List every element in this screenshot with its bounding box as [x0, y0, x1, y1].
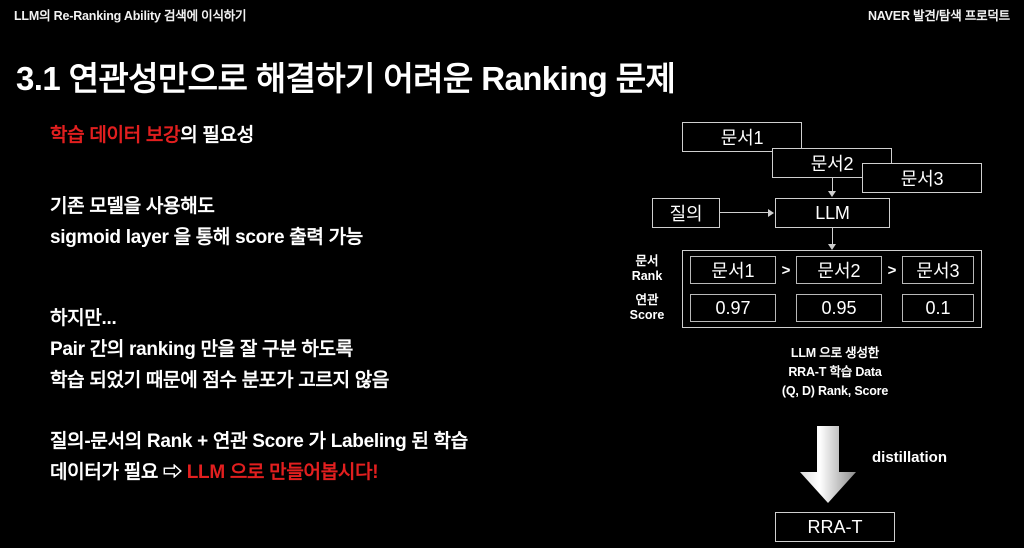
- caption-line-3: (Q, D) Rank, Score: [781, 384, 889, 398]
- conclusion-prefix: 데이터가 필요 ⇨: [50, 462, 187, 483]
- sigmoid-line-1: 기존 모델을 사용해도: [50, 196, 215, 217]
- caption-line-2: RRA-T 학습 Data: [788, 365, 882, 379]
- paragraph-conclusion: 질의-문서의 Rank + 연관 Score 가 Labeling 된 학습 데…: [50, 426, 610, 488]
- rank-cell-2: 문서2: [796, 256, 882, 284]
- header-left-title: LLM의 Re-Ranking Ability 검색에 이식하기: [14, 9, 247, 23]
- slide-root: { "header": { "left_title": "LLM의 Re-Ran…: [0, 0, 1024, 548]
- arrowhead-query-to-llm-icon: [768, 209, 774, 217]
- distillation-arrow-icon: [800, 426, 856, 503]
- rra-pipeline-diagram: 문서1 문서2 문서3 질의 LLM 문서 Rank 연관 Score 문서1 …: [600, 108, 1024, 548]
- need-line: 학습 데이터 보강의 필요성: [50, 120, 610, 151]
- page-title: 3.1 연관성만으로 해결하기 어려운 Ranking 문제: [16, 60, 676, 97]
- score-cell-3: 0.1: [902, 294, 974, 322]
- rank-separator-2: >: [887, 262, 897, 279]
- rank-row-label: 문서 Rank: [618, 254, 676, 284]
- rank-separator-1: >: [781, 262, 791, 279]
- header-right-title: NAVER 발견/탐색 프로덕트: [867, 9, 1010, 23]
- paragraph-need: 학습 데이터 보강의 필요성: [50, 120, 610, 151]
- paragraph-sigmoid: 기존 모델을 사용해도 sigmoid layer 을 통해 score 출력 …: [50, 191, 610, 253]
- conclusion-highlight: LLM 으로 만들어봅시다!: [186, 462, 379, 483]
- connector-query-to-llm: [720, 212, 768, 213]
- diagram-box-llm: LLM: [775, 198, 890, 228]
- diagram-box-query: 질의: [652, 198, 720, 228]
- need-highlight: 학습 데이터 보강: [50, 125, 181, 146]
- diagram-box-output-rra-t: RRA-T: [775, 512, 895, 542]
- connector-docs-to-llm: [832, 178, 833, 192]
- rank-row-label-line2: Rank: [631, 269, 663, 283]
- rank-row-label-line1: 문서: [635, 254, 659, 268]
- caption-line-1: LLM 으로 생성한: [790, 346, 880, 360]
- conclusion-line-1: 질의-문서의 Rank + 연관 Score 가 Labeling 된 학습: [50, 431, 468, 452]
- body-text-column: 학습 데이터 보강의 필요성 기존 모델을 사용해도 sigmoid layer…: [50, 120, 610, 488]
- distillation-label: distillation: [872, 449, 947, 466]
- conclusion-line-2: 데이터가 필요 ⇨ LLM 으로 만들어봅시다!: [50, 457, 610, 488]
- header-bar: LLM의 Re-Ranking Ability 검색에 이식하기 NAVER 발…: [0, 0, 1024, 26]
- rank-cell-1: 문서1: [690, 256, 776, 284]
- score-row-label-line1: 연관: [635, 293, 659, 307]
- paragraph-however: 하지만... Pair 간의 ranking 만을 잘 구분 하도록 학습 되었…: [50, 303, 610, 396]
- diagram-caption: LLM 으로 생성한 RRA-T 학습 Data (Q, D) Rank, Sc…: [740, 344, 930, 401]
- diagram-box-doc3: 문서3: [862, 163, 982, 193]
- however-line-2: Pair 간의 ranking 만을 잘 구분 하도록: [50, 339, 353, 360]
- arrowhead-docs-to-llm-icon: [828, 191, 836, 197]
- rank-cell-3: 문서3: [902, 256, 974, 284]
- score-row-label-line2: Score: [629, 308, 665, 322]
- however-line-3: 학습 되었기 때문에 점수 분포가 고르지 않음: [50, 370, 390, 391]
- need-suffix: 의 필요성: [180, 125, 254, 146]
- score-cell-1: 0.97: [690, 294, 776, 322]
- score-row-label: 연관 Score: [618, 293, 676, 323]
- however-line-1: 하지만...: [50, 308, 117, 329]
- score-cell-2: 0.95: [796, 294, 882, 322]
- sigmoid-line-2: sigmoid layer 을 통해 score 출력 가능: [50, 227, 363, 248]
